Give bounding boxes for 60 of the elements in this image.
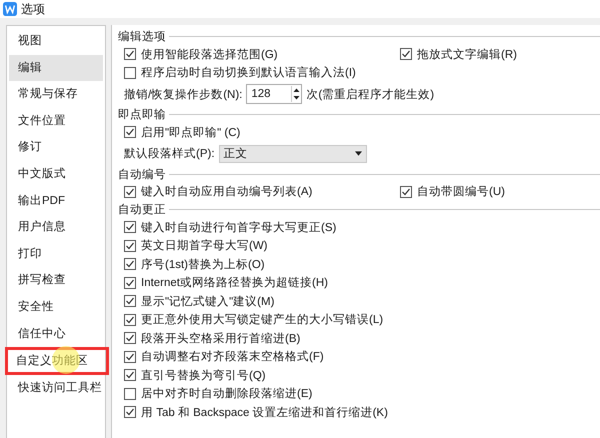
- checkbox[interactable]: [124, 332, 136, 344]
- checkbox-label: 英文日期首字母大写(W): [141, 238, 268, 254]
- sidebar-item[interactable]: 中文版式: [9, 160, 103, 188]
- checkbox[interactable]: [124, 388, 136, 400]
- checkbox-label: 启用"即点即输" (C): [141, 126, 240, 140]
- checkbox-label: 程序启动时自动切换到默认语言输入法(I): [141, 65, 356, 80]
- field-label: 撤销/恢复操作步数(N):: [124, 88, 242, 102]
- sidebar-item[interactable]: 安全性: [9, 294, 103, 321]
- sidebar-item[interactable]: 常规与保存: [9, 81, 103, 108]
- section-heading: 即点即输: [118, 108, 166, 122]
- sidebar-item[interactable]: 输出PDF: [9, 188, 103, 214]
- checkbox-label: 直引号替换为弯引号(Q): [141, 368, 266, 383]
- style-dropdown[interactable]: 正文: [218, 144, 367, 162]
- number-spinner[interactable]: 128: [246, 84, 302, 104]
- sidebar-item[interactable]: 打印: [9, 240, 103, 268]
- hint-text: 次(需重启程序才能生效): [306, 87, 434, 102]
- checkbox[interactable]: [124, 406, 136, 418]
- checkbox-label: 键入时自动进行句首字母大写更正(S): [141, 220, 336, 235]
- checkbox-label: 显示"记忆式键入"建议(M): [141, 294, 274, 309]
- sidebar-item[interactable]: 编辑: [9, 54, 103, 82]
- section-heading: 自动编号: [118, 168, 166, 182]
- window-title: 选项: [21, 0, 45, 18]
- sidebar-item[interactable]: 信任中心: [9, 320, 103, 348]
- checkbox-label: 居中对齐时自动删除段落缩进(E): [141, 386, 312, 402]
- field-label: 默认段落样式(P):: [124, 146, 215, 161]
- checkbox-label: 更正意外使用大写锁定键产生的大小写错误(L): [141, 312, 384, 328]
- checkbox[interactable]: [124, 66, 136, 79]
- sidebar-item[interactable]: 用户信息: [9, 214, 103, 241]
- checkbox-label: 拖放式文字编辑(R): [417, 47, 517, 62]
- checkbox[interactable]: [400, 186, 412, 198]
- checkbox[interactable]: [124, 295, 136, 308]
- checkbox-label: 自动带圆编号(U): [417, 184, 505, 200]
- spinner-arrows-icon[interactable]: [291, 86, 302, 102]
- caret-icon[interactable]: [354, 151, 362, 156]
- section-heading: 自动更正: [118, 202, 166, 217]
- checkbox-label: 使用智能段落选择范围(G): [141, 48, 278, 62]
- sidebar-item[interactable]: 文件位置: [9, 108, 103, 134]
- checkbox-label: Internet或网络路径替换为超链接(H): [141, 276, 328, 290]
- checkbox[interactable]: [124, 48, 136, 60]
- checkbox[interactable]: [124, 221, 136, 234]
- checkbox[interactable]: [124, 314, 136, 326]
- sidebar-item[interactable]: 拼写检查: [9, 267, 103, 294]
- checkbox-label: 序号(1st)替换为上标(O): [141, 257, 265, 272]
- sidebar-item[interactable]: 修订: [9, 134, 103, 161]
- checkbox-label: 自动调整右对齐段落末空格格式(F): [141, 349, 324, 364]
- sidebar-item[interactable]: 快速访问工具栏: [9, 375, 103, 402]
- sidebar-item[interactable]: 自定义功能区: [5, 347, 109, 376]
- checkbox-label: 用 Tab 和 Backspace 设置左缩进和首行缩进(K): [141, 406, 388, 420]
- checkbox[interactable]: [124, 350, 136, 363]
- section-heading: 编辑选项: [118, 30, 166, 44]
- checkbox-label: 段落开头空格采用行首缩进(B): [141, 331, 300, 346]
- checkbox[interactable]: [124, 369, 136, 382]
- checkbox[interactable]: [124, 258, 136, 270]
- checkbox[interactable]: [400, 48, 412, 60]
- checkbox-label: 键入时自动应用自动编号列表(A): [141, 184, 312, 200]
- sidebar-item[interactable]: 视图: [9, 28, 103, 55]
- checkbox[interactable]: [124, 126, 136, 138]
- checkbox[interactable]: [124, 240, 136, 252]
- checkbox[interactable]: [124, 276, 136, 289]
- checkbox[interactable]: [124, 186, 136, 198]
